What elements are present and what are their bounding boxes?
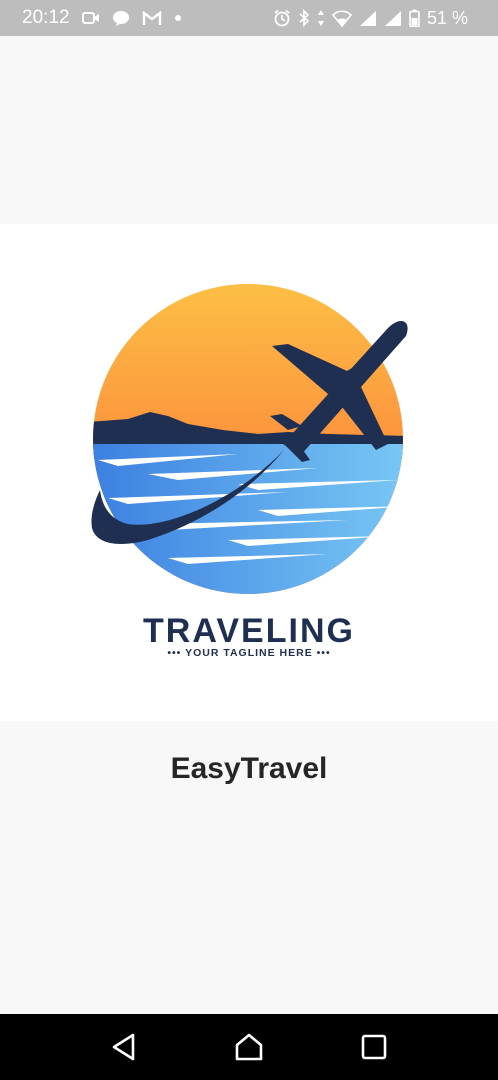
recents-button[interactable]	[357, 1030, 391, 1064]
wifi-icon	[331, 9, 352, 27]
alarm-icon	[273, 9, 291, 27]
traveling-logo-graphic	[91, 284, 408, 594]
signal-icon	[384, 10, 402, 27]
status-time: 20:12	[22, 7, 70, 28]
battery-icon	[409, 9, 420, 27]
video-icon	[81, 11, 100, 25]
gmail-icon	[142, 10, 162, 26]
recents-icon	[361, 1034, 387, 1060]
logo-brand-text: TRAVELING	[143, 612, 355, 650]
bluetooth-icon	[298, 9, 310, 27]
logo-tagline: ••• YOUR TAGLINE HERE •••	[167, 647, 331, 659]
splash-logo: TRAVELING ••• YOUR TAGLINE HERE •••	[0, 224, 498, 721]
app-name: EasyTravel	[170, 752, 328, 785]
chat-bubble-icon	[112, 10, 130, 27]
back-icon	[112, 1033, 135, 1061]
status-bar: 20:12 51 %	[0, 0, 498, 36]
notification-dot-icon	[174, 14, 182, 22]
navigation-bar	[0, 1014, 498, 1080]
data-arrows-icon	[317, 9, 325, 27]
home-button[interactable]	[232, 1030, 266, 1064]
battery-percent: 51 %	[426, 7, 468, 28]
home-icon	[235, 1033, 263, 1061]
back-button[interactable]	[106, 1030, 140, 1064]
signal-icon	[359, 10, 377, 27]
